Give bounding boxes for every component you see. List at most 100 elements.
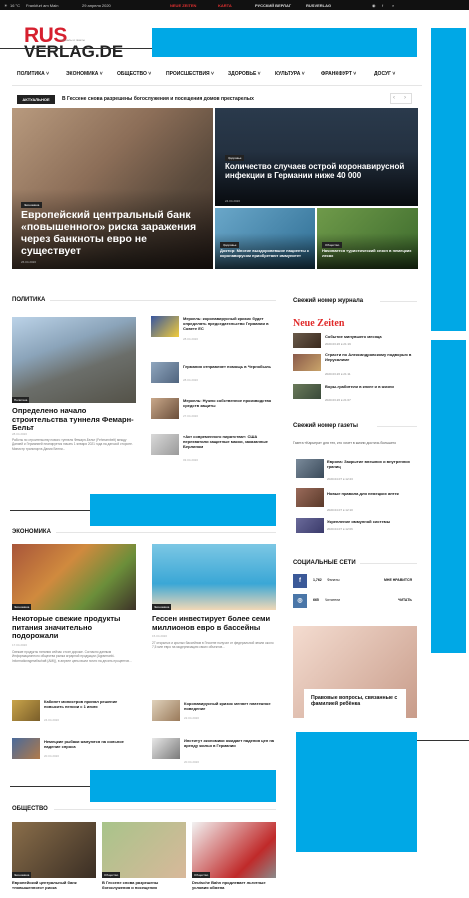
paper-thumb-2[interactable] xyxy=(296,488,324,507)
paper-image-alt[interactable]: Газета «Карьера» для тех, кто хочет в жи… xyxy=(293,441,417,445)
economy-left-category[interactable]: Экономика xyxy=(12,604,32,610)
paper-item-1-title[interactable]: Европа: Закрытие внешних и внутренних гр… xyxy=(327,459,417,470)
paper-item-3-title[interactable]: Укрепление иммунной системы xyxy=(327,519,417,525)
politics-thumb-1[interactable] xyxy=(151,316,179,337)
nav-item-frankfurt[interactable]: ФРАНКФУРТ ˅ xyxy=(321,71,356,77)
neue-zeiten-logo[interactable]: Neue Zeiten xyxy=(293,318,344,329)
hero-main-title[interactable]: Европейский центральный банк «повышенног… xyxy=(21,209,201,257)
sidebar-heading-journal[interactable]: Свежий номер журнала xyxy=(293,298,363,304)
economy-item-4-title[interactable]: Институт экономики ожидает падения цен н… xyxy=(184,738,276,749)
logo-verlag[interactable]: VERLAG.DE xyxy=(24,42,123,62)
journal-thumb-2[interactable] xyxy=(293,354,321,371)
economy-item-3-title[interactable]: Немецкие рыбаки жалуются на сильное паде… xyxy=(44,739,136,750)
journal-item-2-title[interactable]: Страсти по Александровскому подворью в И… xyxy=(325,352,417,363)
economy-right-excerpt: 27 открытых и крытых бассейнов в Гессене… xyxy=(152,641,274,650)
hero-tr-category[interactable]: Здоровье xyxy=(225,155,245,161)
politics-lead-image[interactable]: Политика xyxy=(12,317,136,403)
content-ad-banner-1[interactable] xyxy=(90,494,276,526)
economy-right-image[interactable]: Экономика xyxy=(152,544,276,610)
promo-link-1[interactable]: NEUE ZEITEN xyxy=(170,3,196,8)
side-ad-banner-top[interactable] xyxy=(431,28,466,331)
politics-lead-category[interactable]: Политика xyxy=(12,397,30,403)
paper-thumb-1[interactable] xyxy=(296,459,324,478)
nav-item-society[interactable]: ОБЩЕСТВО ˅ xyxy=(117,71,151,77)
nav-item-politics[interactable]: ПОЛИТИКА ˅ xyxy=(17,71,49,77)
section-heading-economy[interactable]: ЭКОНОМИКА xyxy=(12,529,51,535)
location-icon[interactable]: ◉ xyxy=(372,3,376,8)
society-title-2[interactable]: В Гессене снова разрешены богослужения и… xyxy=(102,880,186,891)
economy-left-title[interactable]: Некоторые свежие продукты питания значит… xyxy=(12,614,136,641)
economy-right-title[interactable]: Гессен инвестирует более семи миллионов … xyxy=(152,614,276,632)
economy-left-image[interactable]: Экономика xyxy=(12,544,136,610)
hero-main-date: 26.04.2020 xyxy=(21,260,37,264)
journal-item-1-title[interactable]: Событие минувшего месяца xyxy=(325,334,417,340)
sidebar-card-title[interactable]: Правовые вопросы, связанные с фамилией р… xyxy=(311,695,399,707)
section-heading-politics[interactable]: ПОЛИТИКА xyxy=(12,297,45,303)
society-title-1[interactable]: Европейский центральный банк «повышенног… xyxy=(12,880,96,891)
sidebar-card[interactable]: Правовые вопросы, связанные с фамилией р… xyxy=(304,689,406,725)
header-ad-banner[interactable] xyxy=(152,28,417,57)
politics-thumb-4[interactable] xyxy=(151,434,179,455)
economy-item-2-title[interactable]: Коронавирусный кризис меняет платежное п… xyxy=(184,701,276,712)
nav-item-culture[interactable]: КУЛЬТУРА ˅ xyxy=(275,71,305,77)
nav-item-economy[interactable]: ЭКОНОМИКА ˅ xyxy=(66,71,103,77)
hero-bottom-right-article[interactable]: Общество Начинается туристический сезон … xyxy=(317,208,418,269)
hero-tr-date: 24.04.2020 xyxy=(225,199,241,203)
promo-link-2[interactable]: KARTA xyxy=(218,3,232,8)
journal-item-3-title[interactable]: Воры-грабители в книге и в жизни xyxy=(325,384,417,390)
facebook-icon[interactable]: f xyxy=(382,3,383,8)
society-image-1[interactable]: Экономика xyxy=(12,822,96,878)
journal-thumb-3[interactable] xyxy=(293,384,321,399)
ticker-nav-arrows[interactable]: ‹ › xyxy=(390,93,412,104)
sidebar-ad-banner[interactable] xyxy=(296,732,417,852)
economy-right-category[interactable]: Экономика xyxy=(152,604,172,610)
nav-item-health[interactable]: ЗДОРОВЬЕ ˅ xyxy=(228,71,261,77)
hero-tr-title[interactable]: Количество случаев острой коронавирусной… xyxy=(225,162,405,180)
hero-main-category[interactable]: Экономика xyxy=(21,202,43,208)
politics-item-1-title[interactable]: Меркель: коронавирусный кризис будет опр… xyxy=(183,316,275,331)
promo-link-3[interactable]: РУССКИЙ ВЕРЛАГ xyxy=(255,3,291,8)
nav-item-incidents[interactable]: ПРОИСШЕСТВИЯ ˅ xyxy=(166,71,214,77)
nav-item-leisure[interactable]: ДОСУГ ˅ xyxy=(374,71,395,77)
society-category-1[interactable]: Экономика xyxy=(12,872,32,878)
economy-item-1-title[interactable]: Кабинет министров принял решение повысит… xyxy=(44,699,136,710)
side-ad-banner-bottom[interactable] xyxy=(431,340,466,653)
hero-main-article[interactable]: Экономика Европейский центральный банк «… xyxy=(12,108,213,269)
politics-thumb-2[interactable] xyxy=(151,362,179,383)
politics-item-3-title[interactable]: Меркель: Нужно собственное производство … xyxy=(183,398,275,409)
sidebar-heading-social[interactable]: СОЦИАЛЬНЫЕ СЕТИ xyxy=(293,560,356,566)
politics-thumb-3[interactable] xyxy=(151,398,179,419)
society-image-2[interactable]: Общество xyxy=(102,822,186,878)
paper-thumb-3[interactable] xyxy=(296,518,324,533)
society-category-3[interactable]: Общество xyxy=(192,872,211,878)
society-category-2[interactable]: Общество xyxy=(102,872,121,878)
economy-thumb-2[interactable] xyxy=(152,700,180,721)
chevron-left-icon[interactable]: ‹ xyxy=(393,95,395,101)
politics-item-2-title[interactable]: Германия отправляет помощь в Чернобыль xyxy=(183,364,275,370)
hero-bottom-left-article[interactable]: Здоровье Доктор: Многие выздоровевшие па… xyxy=(215,208,315,269)
politics-lead-title[interactable]: Определено начало строительства туннеля … xyxy=(12,406,136,433)
facebook-icon[interactable]: f xyxy=(293,574,307,588)
economy-thumb-4[interactable] xyxy=(152,738,180,759)
sidebar-heading-paper[interactable]: Свежий номер газеты xyxy=(293,423,358,429)
vk-read-button[interactable]: ЧИТАТЬ xyxy=(398,598,412,602)
chevron-right-icon[interactable]: › xyxy=(404,95,406,101)
search-icon[interactable]: ⌕ xyxy=(392,3,394,8)
facebook-like-button[interactable]: МНЕ НРАВИТСЯ xyxy=(384,578,412,582)
hero-top-right-article[interactable]: Здоровье Количество случаев острой корон… xyxy=(215,108,418,206)
section-heading-society[interactable]: ОБЩЕСТВО xyxy=(12,806,48,812)
economy-thumb-1[interactable] xyxy=(12,700,40,721)
society-image-3[interactable]: Общество xyxy=(192,822,276,878)
ticker-badge: АКТУАЛЬНОЕ xyxy=(17,95,55,104)
economy-thumb-3[interactable] xyxy=(12,738,40,759)
paper-item-2-title[interactable]: Новые правила для немецких аптек xyxy=(327,491,417,497)
promo-link-4[interactable]: RUSVERLAG xyxy=(306,3,331,8)
vk-icon[interactable]: ◎ xyxy=(293,594,307,608)
ticker-headline[interactable]: В Гессене снова разрешены богослужения и… xyxy=(62,96,254,102)
politics-item-4-title[interactable]: «Акт современного пиратства»: США перехв… xyxy=(183,434,275,449)
journal-thumb-1[interactable] xyxy=(293,333,321,348)
hero-br-title[interactable]: Начинается туристический сезон в немецки… xyxy=(322,248,414,258)
hero-bl-title[interactable]: Доктор: Многие выздоровевшие пациенты с … xyxy=(220,248,312,258)
content-ad-banner-2[interactable] xyxy=(90,770,276,802)
society-title-3[interactable]: Deutsche Bahn продлевает льготные услови… xyxy=(192,880,276,891)
